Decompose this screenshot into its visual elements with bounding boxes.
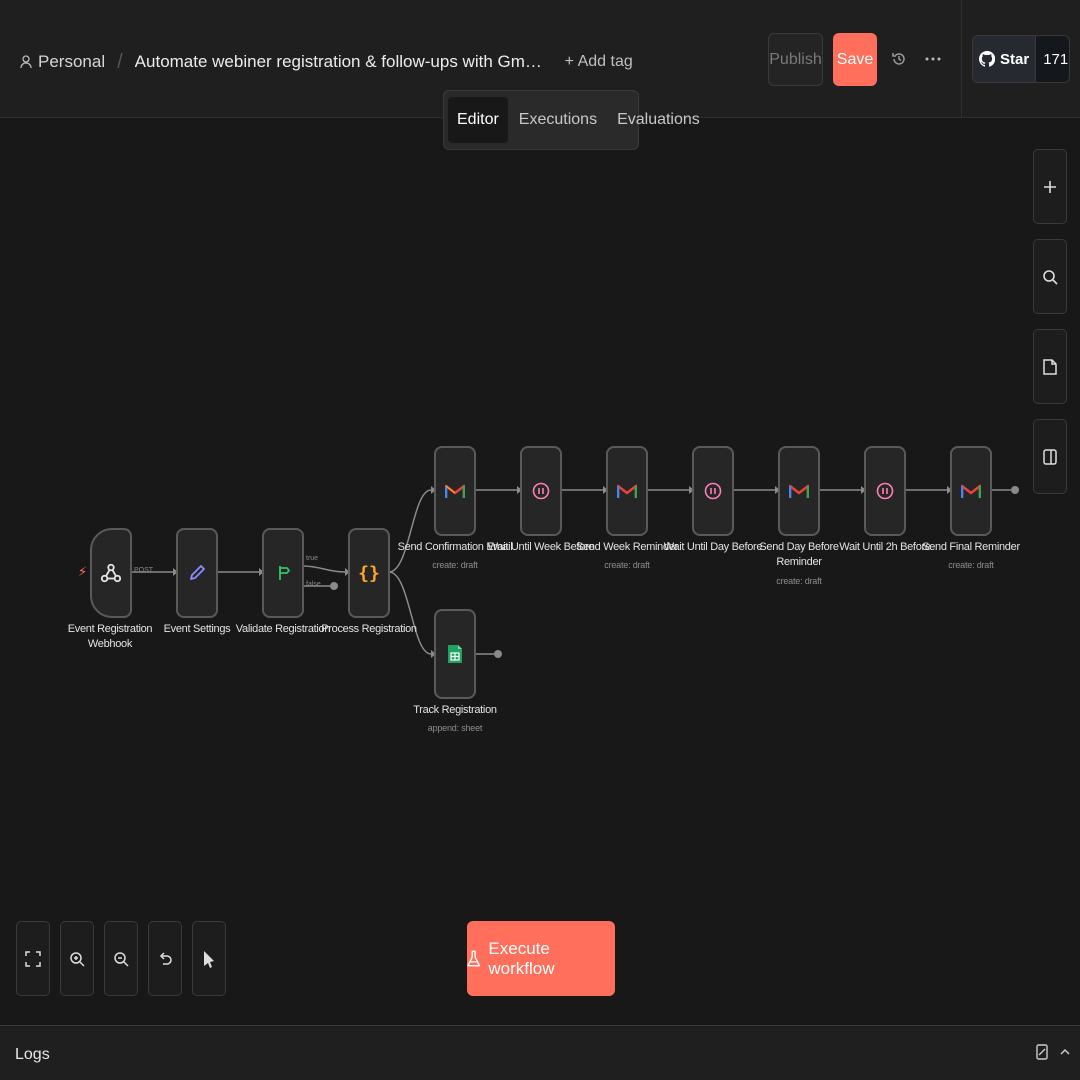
add-node-handle-false bbox=[330, 582, 338, 590]
node-event-registration-webhook[interactable] bbox=[90, 528, 132, 618]
flask-icon bbox=[467, 950, 481, 966]
node-subtitle: create: draft bbox=[776, 576, 822, 586]
zoom-in-button[interactable] bbox=[60, 921, 94, 996]
panel-icon bbox=[1043, 448, 1057, 465]
sheets-icon bbox=[448, 645, 462, 663]
node-send-week-reminder[interactable] bbox=[606, 446, 648, 536]
node-wait-until-2h-before[interactable] bbox=[864, 446, 906, 536]
trigger-bolt-icon: ⚡ bbox=[78, 564, 88, 579]
user-icon bbox=[20, 55, 32, 69]
node-process-registration[interactable]: {} bbox=[348, 528, 390, 618]
header-divider bbox=[961, 0, 962, 118]
chevron-up-icon[interactable] bbox=[1060, 1048, 1070, 1056]
pause-icon bbox=[532, 482, 550, 500]
edge-label-false: false bbox=[306, 581, 321, 588]
zoom-in-icon bbox=[70, 951, 85, 967]
undo-button[interactable] bbox=[148, 921, 182, 996]
node-label: Send Final Reminder bbox=[922, 541, 1020, 553]
breadcrumb: Personal / Automate webiner registration… bbox=[20, 48, 633, 76]
gmail-icon bbox=[445, 484, 465, 498]
logs-label: Logs bbox=[15, 1046, 50, 1063]
history-icon[interactable] bbox=[886, 46, 912, 72]
node-send-confirmation-email[interactable] bbox=[434, 446, 476, 536]
gmail-icon bbox=[789, 484, 809, 498]
node-wait-until-day-before[interactable] bbox=[692, 446, 734, 536]
execute-workflow-label: Execute workflow bbox=[488, 938, 555, 978]
execute-workflow-button[interactable]: Execute workflow bbox=[467, 921, 615, 996]
pause-icon bbox=[704, 482, 722, 500]
breadcrumb-separator: / bbox=[117, 50, 123, 73]
tidy-up-button[interactable] bbox=[192, 921, 226, 996]
search-nodes-button[interactable] bbox=[1033, 239, 1067, 314]
node-subtitle: append: sheet bbox=[427, 723, 483, 733]
github-icon bbox=[979, 51, 995, 67]
add-node-handle-track bbox=[494, 650, 502, 658]
node-label: Process Registration bbox=[321, 623, 417, 635]
node-validate-registration[interactable] bbox=[262, 528, 304, 618]
github-star-label: Star bbox=[1000, 50, 1030, 68]
fit-view-icon bbox=[25, 950, 41, 967]
github-star-count: 171,140 bbox=[1036, 36, 1069, 82]
tidy-up-icon bbox=[204, 950, 214, 968]
publish-button[interactable]: Publish bbox=[768, 33, 823, 86]
add-tag-button[interactable]: + Add tag bbox=[565, 53, 633, 71]
node-label: Track Registration bbox=[413, 704, 497, 716]
svg-text:{}: {} bbox=[359, 563, 379, 584]
fit-view-button[interactable] bbox=[16, 921, 50, 996]
sticky-note-icon bbox=[1043, 358, 1057, 375]
pencil-icon bbox=[190, 565, 205, 580]
node-wait-until-week-before[interactable] bbox=[520, 446, 562, 536]
connections-layer bbox=[131, 486, 1019, 658]
github-star-left: Star bbox=[973, 36, 1037, 82]
workflow-canvas[interactable]: POST true false ⚡ Event Registration Web… bbox=[0, 119, 1080, 1025]
logs-actions bbox=[1036, 1044, 1070, 1060]
clear-logs-icon[interactable] bbox=[1036, 1044, 1048, 1060]
node-subtitle: create: draft bbox=[604, 560, 650, 570]
connection-validate-true bbox=[302, 565, 346, 573]
more-options-icon[interactable] bbox=[920, 46, 946, 72]
gmail-icon bbox=[617, 484, 637, 498]
add-sticky-note-button[interactable] bbox=[1033, 329, 1067, 404]
project-name: Personal bbox=[38, 52, 106, 71]
connection-process-track bbox=[388, 571, 432, 655]
toggle-panel-button[interactable] bbox=[1033, 419, 1067, 494]
workflow-title[interactable]: Automate webiner registration & follow-u… bbox=[135, 52, 545, 72]
save-button[interactable]: Save bbox=[833, 33, 877, 86]
node-subtitle: create: draft bbox=[948, 560, 994, 570]
search-icon bbox=[1043, 269, 1058, 285]
node-track-registration[interactable] bbox=[434, 609, 476, 699]
zoom-out-icon bbox=[114, 951, 129, 967]
zoom-out-button[interactable] bbox=[104, 921, 138, 996]
workflow-editor: Personal / Automate webiner registration… bbox=[0, 0, 1080, 1080]
github-star-button[interactable]: Star 171,140 bbox=[972, 35, 1070, 83]
node-send-final-reminder[interactable] bbox=[950, 446, 992, 536]
undo-icon bbox=[159, 951, 172, 965]
code-icon: {} bbox=[359, 563, 379, 584]
edge-label-post: POST bbox=[134, 567, 154, 574]
add-node-button[interactable] bbox=[1033, 149, 1067, 224]
node-send-day-before-reminder[interactable] bbox=[778, 446, 820, 536]
if-icon bbox=[279, 566, 291, 580]
logs-panel[interactable]: Logs bbox=[0, 1025, 1080, 1080]
pause-icon bbox=[876, 482, 894, 500]
plus-icon bbox=[1044, 180, 1056, 193]
webhook-icon bbox=[100, 563, 122, 583]
node-subtitle: create: draft bbox=[432, 560, 478, 570]
edge-label-true: true bbox=[306, 555, 319, 562]
breadcrumb-project[interactable]: Personal bbox=[20, 52, 105, 72]
add-node-handle-final bbox=[1011, 486, 1019, 494]
gmail-icon bbox=[961, 484, 981, 498]
node-event-settings[interactable] bbox=[176, 528, 218, 618]
